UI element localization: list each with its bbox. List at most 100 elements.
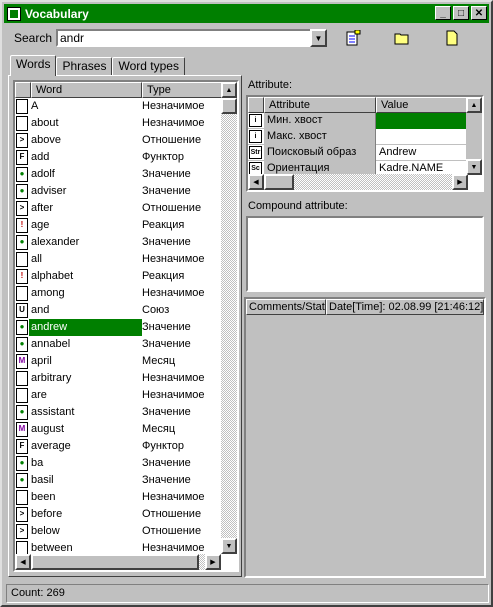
word-row[interactable]: all Незначимое (15, 251, 221, 268)
new-document-icon[interactable] (444, 30, 460, 46)
title-bar[interactable]: Vocabulary _ □ ✕ (4, 4, 489, 23)
type-cell: Значение (142, 236, 191, 248)
attribute-row[interactable]: Str Поисковый образ Andrew (248, 145, 468, 161)
word-row[interactable]: ● adviser Значение (15, 183, 221, 200)
word-cell: august (31, 423, 65, 435)
attribute-name: Макс. хвост (264, 129, 376, 145)
comments-header[interactable]: Comments/Statu (246, 299, 326, 315)
attr-hscroll[interactable]: ◀ ▶ (248, 174, 468, 190)
word-row[interactable]: > before Отношение (15, 506, 221, 523)
word-cell: adviser (31, 185, 67, 197)
scroll-up-button[interactable]: ▲ (221, 82, 237, 98)
word-row[interactable]: > above Отношение (15, 132, 221, 149)
word-cell: are (31, 389, 47, 401)
type-cell: Незначимое (142, 117, 205, 129)
word-row[interactable]: > below Отношение (15, 523, 221, 540)
scroll-right-button[interactable]: ▶ (205, 554, 221, 570)
attribute-grid[interactable]: Attribute Value i Мин. хвост i Макс. хвост S… (246, 95, 484, 192)
attribute-name: Поисковый образ (264, 145, 376, 161)
type-cell: Союз (142, 304, 170, 316)
minimize-button[interactable]: _ (435, 6, 451, 20)
tab-words[interactable]: Words (10, 55, 57, 76)
type-cell: Отношение (142, 134, 202, 146)
word-row[interactable]: arbitrary Незначимое (15, 370, 221, 387)
hscroll-thumb[interactable] (31, 554, 199, 570)
word-row[interactable]: Maugust Месяц (15, 421, 221, 438)
value-icon: ● (16, 473, 28, 488)
word-row[interactable]: Fadd Функтор (15, 149, 221, 166)
word-row[interactable]: ● alexander Значение (15, 234, 221, 251)
word-list-vscroll[interactable]: ▲ ▼ (221, 82, 237, 554)
scroll-down-button[interactable]: ▼ (221, 538, 237, 554)
search-label: Search (14, 31, 53, 45)
word-row[interactable]: about Незначимое (15, 115, 221, 132)
attr-scroll-left[interactable]: ◀ (248, 174, 264, 190)
attribute-value[interactable]: Andrew (376, 145, 468, 161)
attr-scroll-up[interactable]: ▲ (466, 97, 482, 113)
word-row[interactable]: ● annabel Значение (15, 336, 221, 353)
doc-icon (16, 388, 28, 403)
word-row[interactable]: Faverage Функтор (15, 438, 221, 455)
scroll-left-button[interactable]: ◀ (15, 554, 31, 570)
attr-header-name[interactable]: Attribute (264, 97, 376, 113)
attr-hscroll-thumb[interactable] (264, 174, 294, 190)
maximize-button[interactable]: □ (453, 6, 469, 20)
word-cell: before (31, 508, 63, 520)
word-list-hscroll[interactable]: ◀ ▶ (15, 554, 221, 570)
search-dropdown-button[interactable]: ▼ (310, 29, 327, 47)
word-row[interactable]: > after Отношение (15, 200, 221, 217)
type-cell: Функтор (142, 440, 185, 452)
word-row[interactable]: are Незначимое (15, 387, 221, 404)
type-cell: Месяц (142, 423, 176, 435)
date-header[interactable]: Date[Time]: 02.08.99 [21:46:12] (326, 299, 484, 315)
header-type[interactable]: Type (142, 82, 225, 98)
app-icon[interactable] (7, 6, 21, 21)
header-word[interactable]: Word (31, 82, 142, 98)
attr-header-value[interactable]: Value (376, 97, 468, 113)
open-folder-icon[interactable] (394, 30, 410, 46)
word-row[interactable]: among Незначимое (15, 285, 221, 302)
header-icon-column[interactable] (15, 82, 31, 98)
word-cell: age (31, 219, 50, 231)
word-row[interactable]: ● adolf Значение (15, 166, 221, 183)
word-cell: A (31, 100, 39, 112)
month-icon: M (16, 422, 28, 437)
word-row[interactable]: ● ba Значение (15, 455, 221, 472)
scroll-thumb[interactable] (221, 98, 237, 114)
search-input[interactable]: andr (56, 29, 312, 47)
type-cell: Отношение (142, 508, 202, 520)
word-row[interactable]: A Незначимое (15, 98, 221, 115)
attribute-label: Attribute: (248, 79, 293, 91)
attribute-value[interactable] (376, 129, 468, 145)
compound-attribute-box[interactable] (246, 216, 484, 292)
attribute-value[interactable] (376, 113, 468, 129)
word-list[interactable]: Word Type A Незначимое about Незначимое > abo… (13, 80, 239, 572)
attr-scroll-down[interactable]: ▼ (466, 159, 482, 175)
properties-icon[interactable] (345, 30, 361, 46)
close-button[interactable]: ✕ (471, 6, 487, 20)
compound-attribute-label: Compound attribute: (248, 200, 348, 212)
type-cell: Значение (142, 406, 191, 418)
type-cell: Значение (142, 457, 191, 469)
word-row[interactable]: ● andrew Значение (15, 319, 221, 336)
word-row[interactable]: been Незначимое (15, 489, 221, 506)
tab-phrases[interactable]: Phrases (56, 57, 113, 76)
attr-scroll-right[interactable]: ▶ (452, 174, 468, 190)
attribute-row[interactable]: i Мин. хвост (248, 113, 468, 129)
word-cell: been (31, 491, 56, 503)
word-row[interactable]: ! age Реакция (15, 217, 221, 234)
word-row[interactable]: ● basil Значение (15, 472, 221, 489)
tab-word-types[interactable]: Word types (112, 57, 185, 76)
arrow-down-icon: ▼ (470, 163, 478, 171)
word-row[interactable]: Uand Союз (15, 302, 221, 319)
word-row[interactable]: Mapril Месяц (15, 353, 221, 370)
attribute-row[interactable]: i Макс. хвост (248, 129, 468, 145)
month-icon: M (16, 354, 28, 369)
attr-vscroll[interactable]: ▲ ▼ (466, 97, 482, 175)
relation-icon: > (16, 507, 28, 522)
minimize-icon: _ (440, 7, 446, 19)
word-row[interactable]: ! alphabet Реакция (15, 268, 221, 285)
word-row[interactable]: ● assistant Значение (15, 404, 221, 421)
attr-header-icon[interactable] (248, 97, 264, 113)
relation-icon: > (16, 133, 28, 148)
